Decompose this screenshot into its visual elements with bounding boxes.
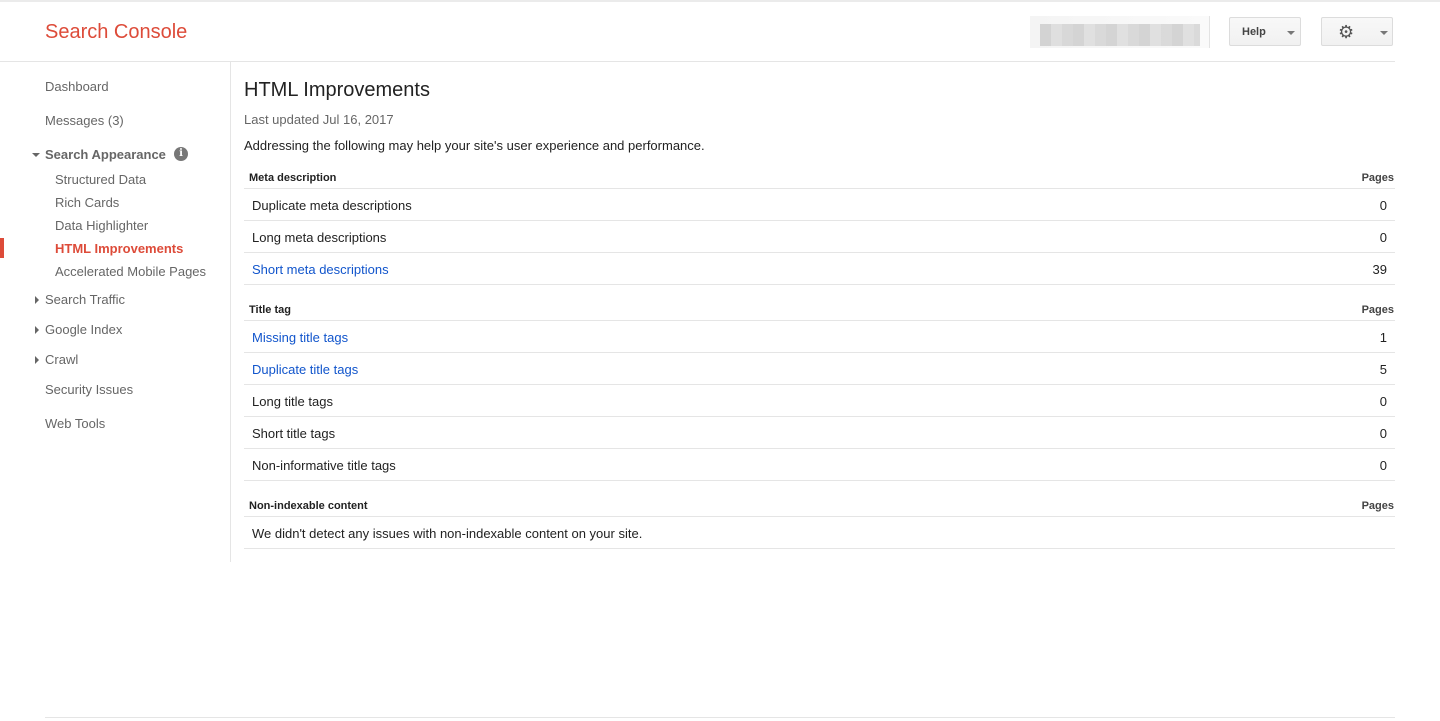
sidebar-item-web-tools[interactable]: Web Tools	[45, 416, 105, 431]
help-label: Help	[1242, 26, 1266, 38]
sidebar-item-security-issues[interactable]: Security Issues	[45, 382, 133, 397]
pages-column-header: Pages	[1361, 304, 1394, 316]
section-title: Meta description	[249, 172, 337, 184]
last-updated: Last updated Jul 16, 2017	[244, 112, 394, 127]
settings-button[interactable]: ⚙	[1321, 17, 1393, 46]
account-name-redacted	[1040, 24, 1200, 46]
issue-count: 39	[1372, 262, 1387, 277]
issue-count: 0	[1379, 394, 1387, 409]
title-tag-section: Title tag Pages Missing title tags 1 Dup…	[244, 295, 1395, 481]
sidebar-item-google-index[interactable]: Google Index	[45, 322, 122, 337]
sidebar-item-structured-data[interactable]: Structured Data	[55, 172, 146, 187]
expanded-arrow-icon[interactable]	[32, 153, 40, 157]
issue-count: 5	[1379, 362, 1387, 377]
issue-label: Long title tags	[252, 394, 333, 409]
page-title: HTML Improvements	[244, 79, 430, 101]
table-row: Short title tags 0	[244, 417, 1395, 449]
collapsed-arrow-icon[interactable]	[35, 326, 39, 334]
issue-count: 0	[1379, 426, 1387, 441]
section-title: Title tag	[249, 304, 291, 316]
table-row: Missing title tags 1	[244, 321, 1395, 353]
sidebar-item-rich-cards[interactable]: Rich Cards	[55, 195, 119, 210]
sidebar-item-data-highlighter[interactable]: Data Highlighter	[55, 218, 148, 233]
sidebar-item-accelerated-mobile-pages[interactable]: Accelerated Mobile Pages	[55, 264, 206, 279]
issue-count: 0	[1379, 198, 1387, 213]
collapsed-arrow-icon[interactable]	[35, 296, 39, 304]
info-icon[interactable]: i	[174, 147, 188, 161]
section-header: Meta description Pages	[244, 163, 1395, 189]
account-selector[interactable]	[1030, 16, 1210, 48]
table-row: Long meta descriptions 0	[244, 221, 1395, 253]
sidebar-item-search-traffic[interactable]: Search Traffic	[45, 292, 125, 307]
table-row: We didn't detect any issues with non-ind…	[244, 517, 1395, 549]
issue-link-short-meta-descriptions[interactable]: Short meta descriptions	[252, 262, 389, 277]
issue-label: Long meta descriptions	[252, 230, 387, 245]
intro-text: Addressing the following may help your s…	[244, 138, 705, 153]
footer-divider	[45, 717, 1395, 718]
issue-count: 1	[1379, 330, 1387, 345]
issue-label: Short title tags	[252, 426, 336, 441]
table-row: Long title tags 0	[244, 385, 1395, 417]
meta-description-section: Meta description Pages Duplicate meta de…	[244, 163, 1395, 285]
sidebar-item-messages[interactable]: Messages (3)	[45, 113, 124, 128]
issue-label: Non-informative title tags	[252, 458, 396, 473]
section-header: Non-indexable content Pages	[244, 491, 1395, 517]
pages-column-header: Pages	[1361, 172, 1394, 184]
help-button[interactable]: Help	[1229, 17, 1301, 46]
chevron-down-icon	[1287, 31, 1295, 35]
active-indicator	[0, 238, 4, 258]
issue-link-missing-title-tags[interactable]: Missing title tags	[252, 330, 348, 345]
sidebar-item-crawl[interactable]: Crawl	[45, 352, 78, 367]
section-header: Title tag Pages	[244, 295, 1395, 321]
no-issues-message: We didn't detect any issues with non-ind…	[252, 526, 643, 541]
app-title[interactable]: Search Console	[45, 21, 187, 44]
issue-count: 0	[1379, 230, 1387, 245]
pages-column-header: Pages	[1361, 500, 1394, 512]
chevron-down-icon	[1380, 31, 1388, 35]
sidebar-item-search-appearance[interactable]: Search Appearance	[45, 147, 166, 162]
issue-count: 0	[1379, 458, 1387, 473]
issue-link-duplicate-title-tags[interactable]: Duplicate title tags	[252, 362, 358, 377]
sidebar: Dashboard Messages (3) Search Appearance…	[0, 62, 231, 562]
table-row: Non-informative title tags 0	[244, 449, 1395, 481]
table-row: Duplicate meta descriptions 0	[244, 189, 1395, 221]
header: Search Console Help ⚙	[0, 2, 1440, 62]
section-title: Non-indexable content	[249, 500, 368, 512]
table-row: Short meta descriptions 39	[244, 253, 1395, 285]
non-indexable-content-section: Non-indexable content Pages We didn't de…	[244, 491, 1395, 549]
sidebar-item-dashboard[interactable]: Dashboard	[45, 79, 109, 94]
sidebar-item-html-improvements[interactable]: HTML Improvements	[55, 241, 183, 256]
gear-icon: ⚙	[1338, 22, 1355, 42]
issue-label: Duplicate meta descriptions	[252, 198, 412, 213]
collapsed-arrow-icon[interactable]	[35, 356, 39, 364]
table-row: Duplicate title tags 5	[244, 353, 1395, 385]
